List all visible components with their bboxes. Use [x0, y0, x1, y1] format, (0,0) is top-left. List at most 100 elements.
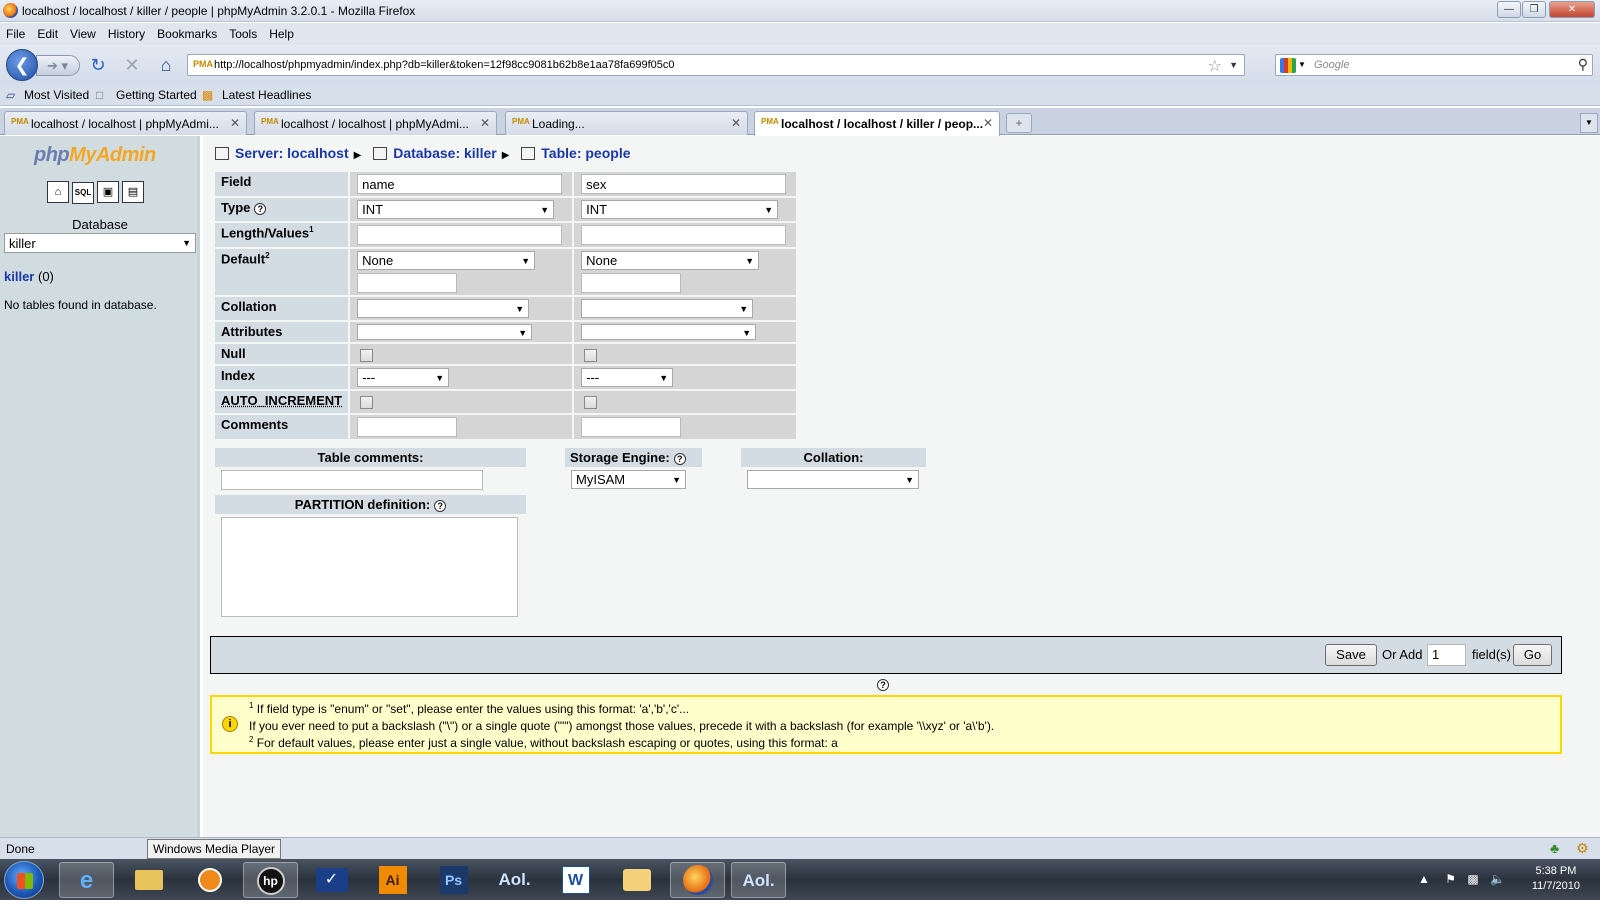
comment-input-2[interactable]	[581, 417, 682, 437]
index-select-1[interactable]: --- ▼	[357, 368, 450, 387]
menu-bookmarks[interactable]: Bookmarks	[151, 23, 223, 41]
partition-textarea[interactable]	[221, 517, 518, 617]
phpmyadmin-logo[interactable]: phpMyAdmin	[34, 144, 156, 167]
action-center-flag-icon[interactable]: ⚑	[1445, 872, 1456, 886]
length-input-1[interactable]	[357, 225, 563, 245]
search-icon[interactable]: ⚲	[1578, 56, 1588, 73]
illustrator-icon[interactable]: Ai	[365, 862, 420, 898]
help-icon[interactable]: ?	[434, 499, 447, 512]
null-checkbox-2[interactable]	[584, 349, 598, 362]
index-select-2[interactable]: --- ▼	[581, 368, 674, 387]
breadcrumb-table[interactable]: Table: people	[541, 145, 630, 161]
maximize-button[interactable]: ❐	[1522, 1, 1546, 18]
collation-select-1[interactable]: ▼	[357, 299, 530, 318]
media-player-icon[interactable]	[182, 862, 237, 898]
url-text[interactable]: http://localhost/phpmyadmin/index.php?db…	[214, 59, 675, 71]
auto-increment-checkbox-2[interactable]	[584, 396, 598, 409]
menu-view[interactable]: View	[64, 23, 102, 41]
go-button[interactable]: Go	[1513, 644, 1552, 666]
help-icon[interactable]: ?	[877, 679, 889, 691]
add-fields-count-input[interactable]: 1	[1427, 644, 1466, 666]
url-history-dropdown-icon[interactable]: ▼	[1229, 60, 1238, 70]
gear-icon[interactable]: ⚙	[1576, 840, 1589, 857]
help-icon[interactable]: ?	[254, 202, 267, 215]
tab-label[interactable]: localhost / localhost | phpMyAdmi...	[281, 117, 469, 131]
search-box[interactable]: ▼ Google ⚲	[1275, 54, 1593, 76]
save-button[interactable]: Save	[1325, 644, 1377, 666]
hp-icon[interactable]: hp	[243, 862, 298, 898]
addon-icon[interactable]: ♣	[1550, 840, 1559, 856]
show-hidden-icons-icon[interactable]: ▲	[1418, 872, 1430, 886]
home-icon[interactable]: ⌂	[155, 54, 177, 76]
storage-engine-select[interactable]: MyISAM ▼	[571, 470, 686, 489]
tab-label[interactable]: Loading...	[532, 117, 585, 131]
tab-3[interactable]: PMA Loading... ✕	[505, 111, 748, 135]
table-comments-input[interactable]	[221, 470, 483, 490]
field-name-input-2[interactable]: sex	[581, 174, 787, 194]
auto-increment-checkbox-1[interactable]	[360, 396, 374, 409]
menu-help[interactable]: Help	[263, 23, 300, 41]
type-select-1[interactable]: INT ▼	[357, 200, 555, 219]
windows-explorer-icon[interactable]	[121, 862, 176, 898]
checkmark-app-icon[interactable]: ✓	[304, 862, 359, 898]
default-select-2[interactable]: None ▼	[581, 251, 760, 270]
breadcrumb-server[interactable]: Server: localhost	[235, 145, 349, 161]
table-collation-select[interactable]: ▼	[747, 470, 919, 489]
search-placeholder[interactable]: Google	[1314, 59, 1349, 71]
back-button[interactable]: ❮	[6, 49, 38, 81]
default-value-input-1[interactable]	[357, 273, 458, 293]
stop-icon[interactable]: ✕	[121, 54, 143, 76]
tab-2[interactable]: PMA localhost / localhost | phpMyAdmi...…	[254, 111, 497, 135]
url-bar[interactable]: PMA http://localhost/phpmyadmin/index.ph…	[187, 54, 1245, 76]
outlook-icon[interactable]	[609, 862, 664, 898]
help-icon[interactable]: ?	[673, 452, 686, 465]
bookmark-getting-started[interactable]: Getting Started	[116, 88, 197, 102]
home-icon[interactable]: ⌂	[47, 181, 69, 203]
close-tab-icon[interactable]: ✕	[480, 116, 490, 130]
collation-select-2[interactable]: ▼	[581, 299, 754, 318]
menu-history[interactable]: History	[102, 23, 151, 41]
photoshop-icon[interactable]: Ps	[426, 862, 481, 898]
word-icon[interactable]: W	[548, 862, 603, 898]
null-checkbox-1[interactable]	[360, 349, 374, 362]
google-icon[interactable]	[1280, 58, 1296, 73]
field-name-input-1[interactable]: name	[357, 174, 563, 194]
tab-list-dropdown-icon[interactable]: ▼	[1580, 113, 1598, 133]
menu-file[interactable]: File	[0, 23, 31, 41]
query-window-icon[interactable]: ▣	[97, 181, 119, 203]
aol-desktop-icon[interactable]: Aol.	[731, 862, 786, 898]
length-input-2[interactable]	[581, 225, 787, 245]
database-link[interactable]: killer	[4, 269, 34, 284]
bookmark-latest-headlines[interactable]: Latest Headlines	[222, 88, 311, 102]
comment-input-1[interactable]	[357, 417, 458, 437]
network-icon[interactable]: ▩	[1467, 872, 1478, 886]
tab-label[interactable]: localhost / localhost | phpMyAdmi...	[31, 117, 219, 131]
bookmark-most-visited[interactable]: Most Visited	[24, 88, 89, 102]
close-window-button[interactable]: ✕	[1549, 1, 1595, 18]
close-tab-icon[interactable]: ✕	[731, 116, 741, 130]
sql-query-icon[interactable]: SQL	[72, 182, 94, 204]
forward-button[interactable]: ➔ ▾	[36, 55, 80, 76]
minimize-button[interactable]: —	[1497, 1, 1521, 18]
new-tab-button[interactable]: +	[1006, 113, 1032, 133]
clock[interactable]: 5:38 PM 11/7/2010	[1532, 864, 1580, 894]
reload-icon[interactable]: ↻	[87, 54, 109, 76]
aol-icon[interactable]: Aol.	[487, 862, 542, 898]
default-value-input-2[interactable]	[581, 273, 682, 293]
docs-icon[interactable]: ▤	[122, 181, 144, 203]
tab-4-active[interactable]: PMA localhost / localhost / killer / peo…	[754, 111, 1000, 136]
close-tab-icon[interactable]: ✕	[983, 116, 993, 130]
menu-tools[interactable]: Tools	[223, 23, 263, 41]
menu-edit[interactable]: Edit	[31, 23, 64, 41]
internet-explorer-icon[interactable]: e	[59, 862, 114, 898]
tab-label[interactable]: localhost / localhost / killer / peop...	[781, 117, 983, 131]
type-select-2[interactable]: INT ▼	[581, 200, 779, 219]
attributes-select-2[interactable]: ▼	[581, 324, 757, 340]
breadcrumb-database[interactable]: Database: killer	[393, 145, 497, 161]
firefox-icon[interactable]	[670, 862, 725, 898]
volume-icon[interactable]: 🔈	[1490, 872, 1505, 886]
default-select-1[interactable]: None ▼	[357, 251, 536, 270]
attributes-select-1[interactable]: ▼	[357, 324, 533, 340]
start-button[interactable]	[4, 861, 44, 899]
close-tab-icon[interactable]: ✕	[230, 116, 240, 130]
